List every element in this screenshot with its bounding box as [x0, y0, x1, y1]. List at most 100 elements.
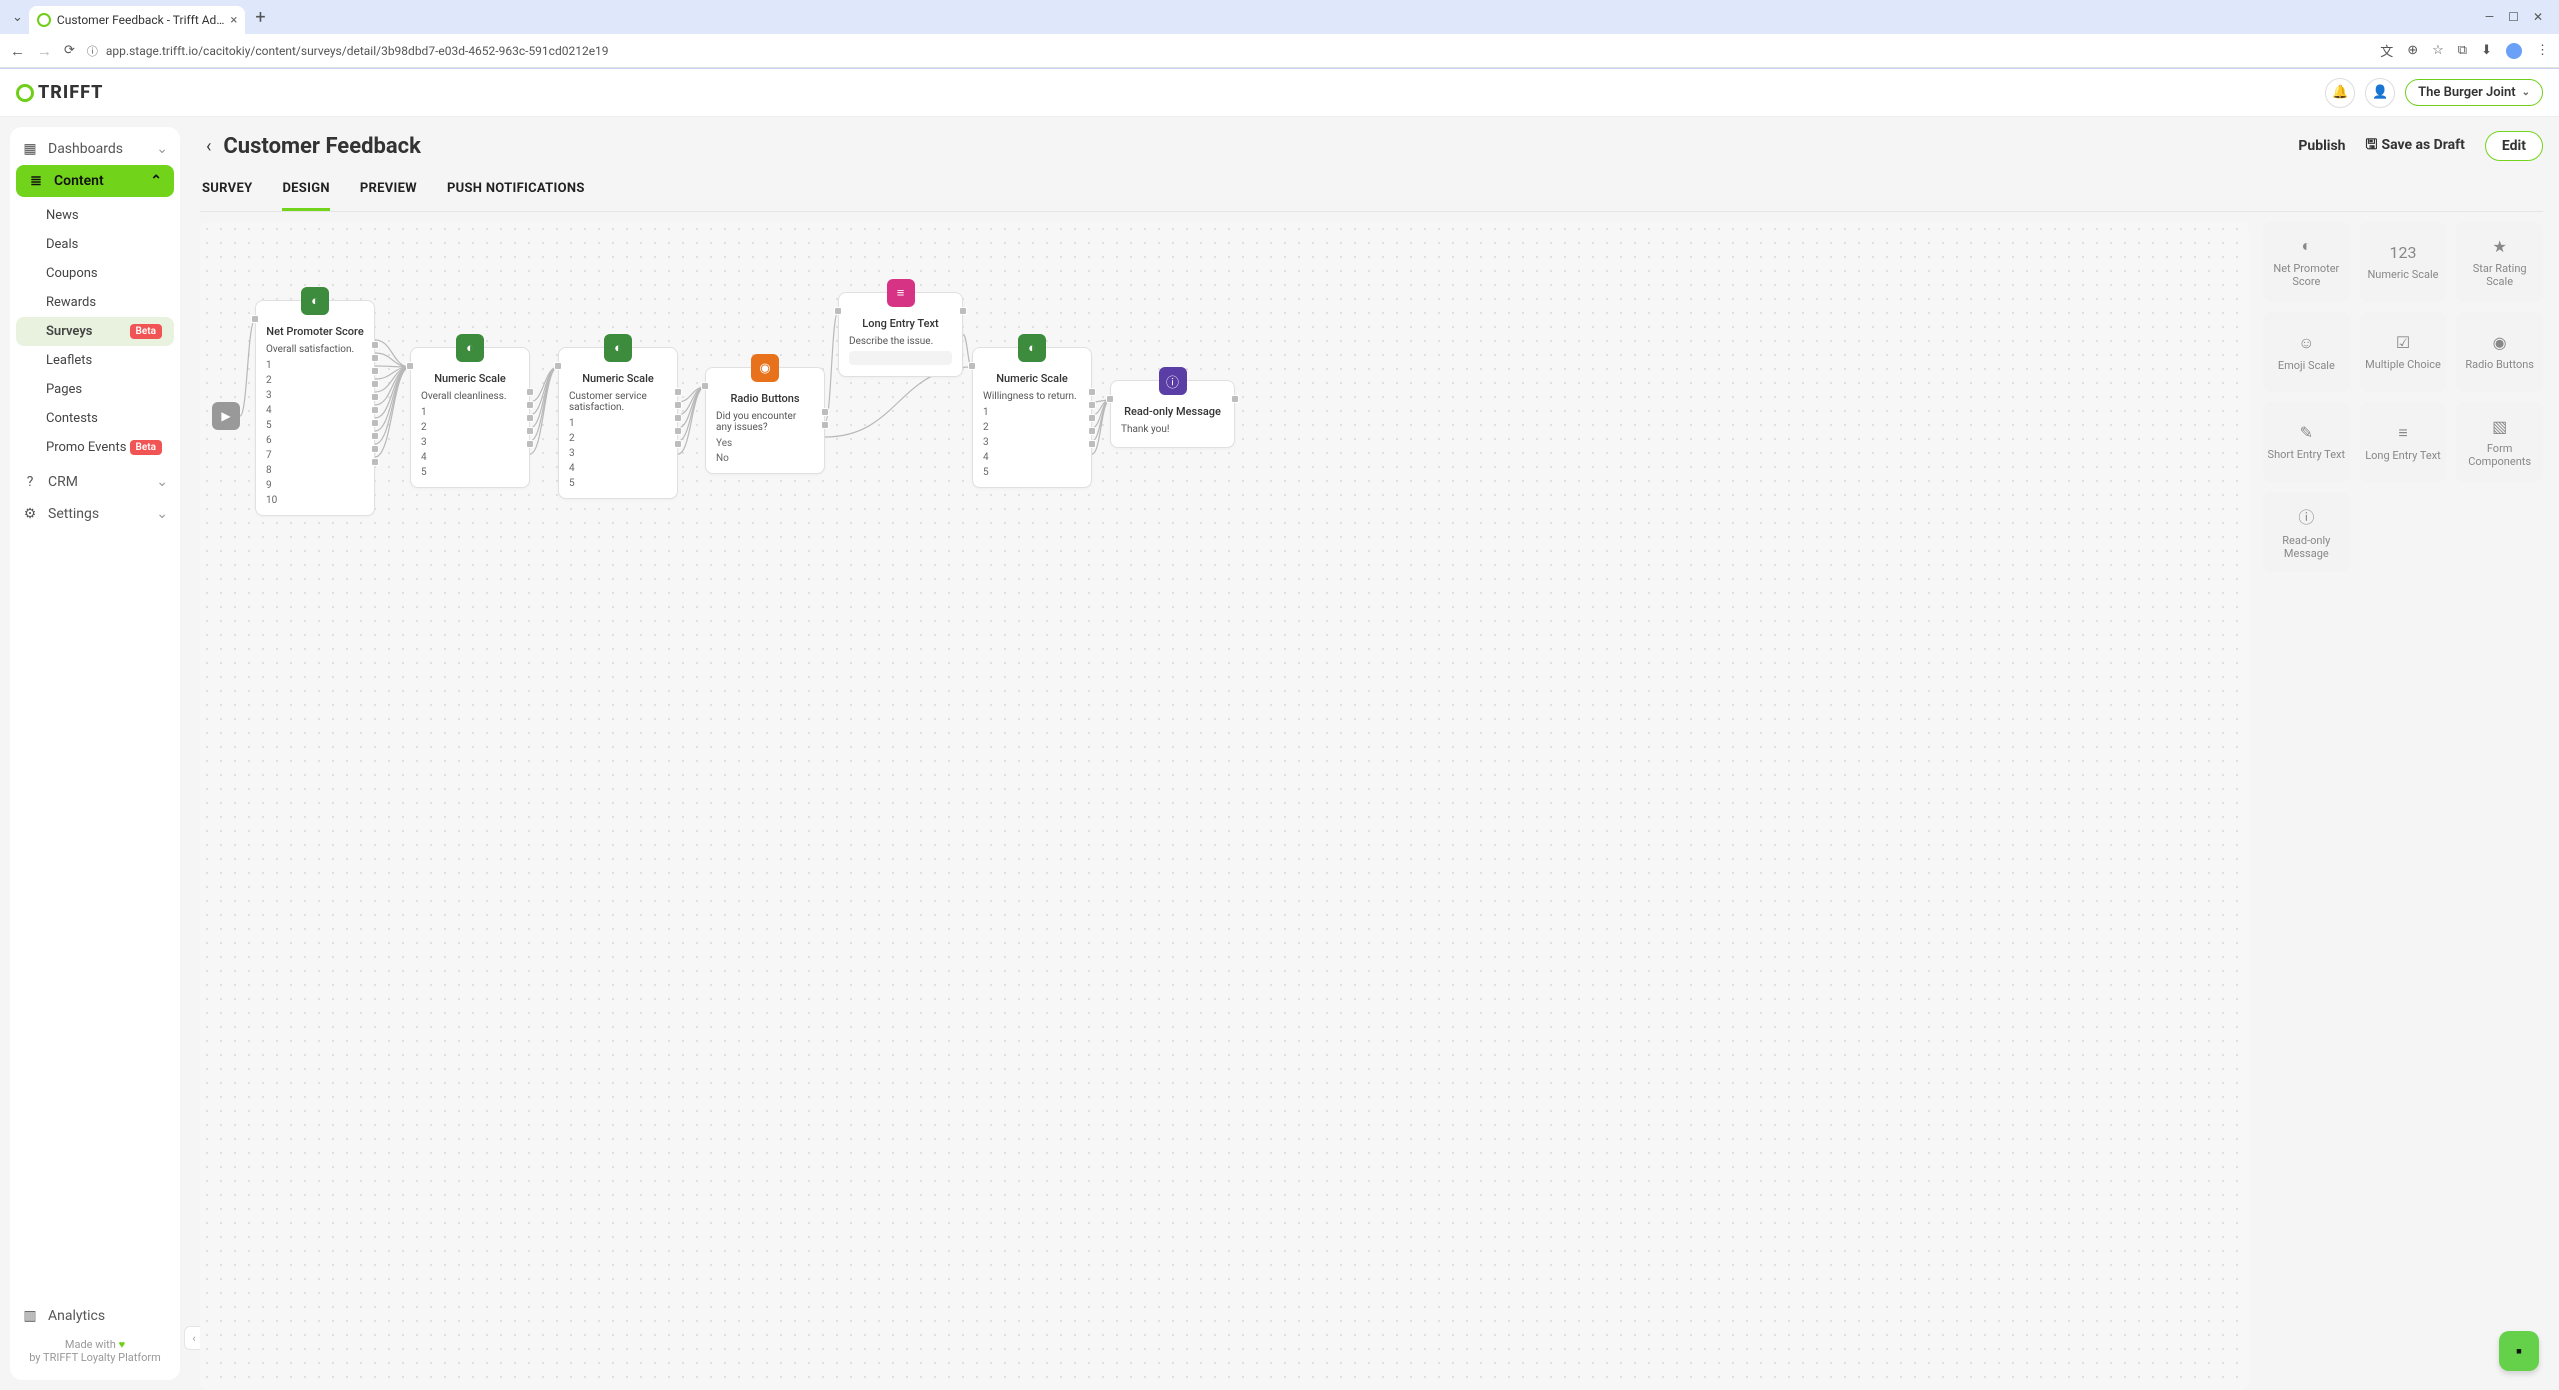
palette-net-promoter-score[interactable]: ◐Net Promoter Score — [2263, 222, 2350, 302]
port-out[interactable] — [821, 408, 829, 416]
port-out[interactable] — [526, 427, 534, 435]
port-out[interactable] — [1231, 395, 1239, 403]
menu-icon[interactable]: ⋮ — [2536, 43, 2549, 58]
port-out[interactable] — [371, 380, 379, 388]
palette-numeric-scale[interactable]: 123Numeric Scale — [2360, 222, 2447, 302]
block-num2[interactable]: ◐Numeric ScaleCustomer service satisfact… — [558, 347, 678, 499]
port-out[interactable] — [674, 414, 682, 422]
extensions-icon[interactable]: ⧉ — [2458, 43, 2467, 58]
sidebar-group-content[interactable]: ≣ Content ⌃ — [16, 165, 174, 197]
port-out[interactable] — [371, 354, 379, 362]
port-out[interactable] — [959, 307, 967, 315]
block-num3[interactable]: ◐Numeric ScaleWillingness to return.1234… — [972, 347, 1092, 488]
port-out[interactable] — [1088, 427, 1096, 435]
tab-preview[interactable]: PREVIEW — [360, 171, 417, 211]
start-node[interactable]: ▶ — [212, 402, 240, 430]
palette-form-components[interactable]: ▧Form Components — [2456, 402, 2543, 482]
sidebar-group-settings[interactable]: ⚙ Settings ⌄ — [10, 498, 180, 530]
port-in[interactable] — [406, 362, 414, 370]
back-button[interactable]: ‹ — [200, 134, 217, 159]
sidebar-item-surveys[interactable]: SurveysBeta — [16, 317, 174, 346]
port-out[interactable] — [371, 341, 379, 349]
port-out[interactable] — [371, 445, 379, 453]
palette-long-entry-text[interactable]: ≡Long Entry Text — [2360, 402, 2447, 482]
intercom-fab[interactable]: ▪ — [2499, 1331, 2539, 1371]
port-out[interactable] — [526, 414, 534, 422]
nav-back-icon[interactable]: ← — [10, 42, 25, 60]
translate-icon[interactable]: 文 — [2380, 41, 2393, 60]
sidebar-group-crm[interactable]: ? CRM ⌄ — [10, 466, 180, 498]
block-num1[interactable]: ◐Numeric ScaleOverall cleanliness.12345 — [410, 347, 530, 488]
tab-survey[interactable]: SURVEY — [202, 171, 252, 211]
port-out[interactable] — [821, 421, 829, 429]
bookmark-icon[interactable]: ☆ — [2432, 43, 2444, 58]
port-out[interactable] — [1088, 414, 1096, 422]
port-in[interactable] — [701, 382, 709, 390]
port-out[interactable] — [371, 432, 379, 440]
browser-tab[interactable]: Customer Feedback - Trifft Ad… × — [29, 6, 245, 34]
sidebar-group-dashboards[interactable]: ▦ Dashboards ⌄ — [10, 133, 180, 165]
port-in[interactable] — [554, 362, 562, 370]
window-close-icon[interactable]: ✕ — [2533, 10, 2543, 24]
sidebar-item-news[interactable]: News — [16, 201, 174, 230]
port-out[interactable] — [526, 388, 534, 396]
sidebar-item-pages[interactable]: Pages — [16, 375, 174, 404]
block-long[interactable]: ≡Long Entry TextDescribe the issue. — [838, 292, 963, 377]
sidebar-item-rewards[interactable]: Rewards — [16, 288, 174, 317]
sidebar-item-coupons[interactable]: Coupons — [16, 259, 174, 288]
sidebar-item-leaflets[interactable]: Leaflets — [16, 346, 174, 375]
notifications-button[interactable]: 🔔 — [2325, 78, 2355, 108]
palette-multiple-choice[interactable]: ☑Multiple Choice — [2360, 312, 2447, 392]
port-out[interactable] — [371, 393, 379, 401]
palette-star-rating-scale[interactable]: ★Star Rating Scale — [2456, 222, 2543, 302]
port-out[interactable] — [1088, 440, 1096, 448]
window-maximize-icon[interactable]: ☐ — [2508, 10, 2519, 24]
port-in[interactable] — [968, 362, 976, 370]
download-icon[interactable]: ⬇ — [2481, 43, 2492, 58]
port-out[interactable] — [674, 388, 682, 396]
palette-read-only-message[interactable]: ⓘRead-only Message — [2263, 492, 2350, 572]
palette-emoji-scale[interactable]: ☺Emoji Scale — [2263, 312, 2350, 392]
nav-reload-icon[interactable]: ⟳ — [64, 43, 75, 58]
sidebar-item-deals[interactable]: Deals — [16, 230, 174, 259]
palette-radio-buttons[interactable]: ◉Radio Buttons — [2456, 312, 2543, 392]
palette-short-entry-text[interactable]: ✎Short Entry Text — [2263, 402, 2350, 482]
tab-design[interactable]: DESIGN — [282, 171, 329, 211]
profile-avatar-icon[interactable] — [2506, 43, 2522, 59]
edit-button[interactable]: Edit — [2485, 131, 2543, 161]
block-readonly[interactable]: ⓘRead-only MessageThank you! — [1110, 380, 1235, 448]
sidebar-item-contests[interactable]: Contests — [16, 404, 174, 433]
tab-close-icon[interactable]: × — [230, 13, 237, 28]
publish-button[interactable]: Publish — [2298, 138, 2345, 154]
site-info-icon[interactable]: ⓘ — [87, 43, 98, 59]
org-switcher[interactable]: The Burger Joint ⌄ — [2405, 79, 2543, 106]
port-out[interactable] — [674, 401, 682, 409]
port-out[interactable] — [1088, 388, 1096, 396]
block-nps[interactable]: ◐Net Promoter ScoreOverall satisfaction.… — [255, 300, 375, 516]
account-button[interactable]: 👤 — [2365, 78, 2395, 108]
port-out[interactable] — [371, 406, 379, 414]
tab-dropdown-icon[interactable]: ⌄ — [6, 10, 29, 25]
block-radio[interactable]: ◉Radio ButtonsDid you encounter any issu… — [705, 367, 825, 474]
sidebar-analytics[interactable]: ▥ Analytics — [10, 1300, 180, 1332]
survey-canvas[interactable]: ▶ ◐Net Promoter ScoreOverall satisfactio… — [200, 222, 2249, 1390]
new-tab-button[interactable]: + — [245, 7, 275, 28]
window-minimize-icon[interactable]: — — [2485, 10, 2494, 24]
port-in[interactable] — [251, 315, 259, 323]
port-out[interactable] — [371, 367, 379, 375]
port-out[interactable] — [674, 440, 682, 448]
port-out[interactable] — [526, 401, 534, 409]
port-out[interactable] — [526, 440, 534, 448]
port-in[interactable] — [1106, 395, 1114, 403]
zoom-icon[interactable]: ⊕ — [2407, 43, 2418, 58]
port-out[interactable] — [371, 458, 379, 466]
port-out[interactable] — [1088, 401, 1096, 409]
logo[interactable]: TRIFFT — [16, 82, 103, 103]
port-in[interactable] — [834, 307, 842, 315]
save-draft-button[interactable]: 🖫Save as Draft — [2366, 134, 2465, 158]
tab-push-notifications[interactable]: PUSH NOTIFICATIONS — [447, 171, 585, 211]
sidebar-item-promo-events[interactable]: Promo EventsBeta — [16, 433, 174, 462]
address-bar[interactable]: ⓘ app.stage.trifft.io/cacitokiy/content/… — [87, 43, 2368, 59]
port-out[interactable] — [371, 419, 379, 427]
port-out[interactable] — [674, 427, 682, 435]
